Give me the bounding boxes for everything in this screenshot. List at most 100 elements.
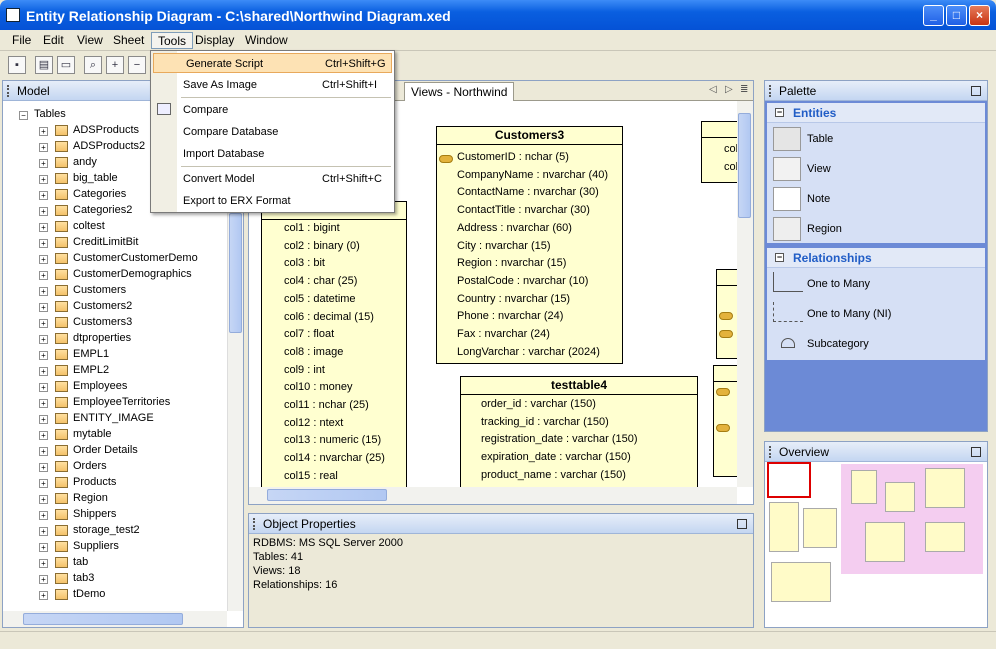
overview-mini-entity bbox=[851, 470, 877, 504]
menu-display[interactable]: Display bbox=[189, 32, 240, 49]
menu-file[interactable]: File bbox=[6, 32, 37, 49]
save-icon[interactable]: ▪ bbox=[8, 56, 26, 74]
expand-icon[interactable]: + bbox=[39, 239, 48, 248]
expand-icon[interactable]: + bbox=[39, 559, 48, 568]
menu-item-import-database[interactable]: Import Database bbox=[151, 144, 394, 164]
restore-icon[interactable] bbox=[971, 86, 981, 96]
close-button[interactable]: × bbox=[969, 5, 990, 26]
expand-icon[interactable]: + bbox=[39, 431, 48, 440]
app-icon bbox=[6, 8, 20, 22]
zoom-out-icon[interactable]: − bbox=[128, 56, 146, 74]
expand-icon[interactable]: + bbox=[39, 319, 48, 328]
expand-icon[interactable]: + bbox=[39, 527, 48, 536]
expand-icon[interactable]: + bbox=[39, 383, 48, 392]
menu-view[interactable]: View bbox=[71, 32, 109, 49]
restore-icon[interactable] bbox=[737, 519, 747, 529]
expand-icon[interactable]: + bbox=[39, 255, 48, 264]
subcategory-icon bbox=[781, 338, 795, 348]
print-icon[interactable]: ▤ bbox=[35, 56, 53, 74]
expand-icon[interactable]: + bbox=[39, 399, 48, 408]
expand-icon[interactable]: + bbox=[39, 303, 48, 312]
expand-icon[interactable]: + bbox=[39, 591, 48, 600]
menu-item-compare[interactable]: Compare bbox=[151, 100, 394, 120]
collapse-icon[interactable]: − bbox=[775, 108, 784, 117]
relationship-icon bbox=[773, 272, 803, 292]
scroll-thumb[interactable] bbox=[267, 489, 387, 501]
expand-icon[interactable]: + bbox=[39, 495, 48, 504]
entity-right-top[interactable]: col col bbox=[701, 121, 737, 183]
expand-icon[interactable]: + bbox=[39, 143, 48, 152]
entity-right-mid[interactable] bbox=[716, 269, 737, 359]
palette-title: Palette bbox=[779, 84, 817, 98]
menu-item-compare-database[interactable]: Compare Database bbox=[151, 122, 394, 142]
menu-item-generate-script[interactable]: Generate Script Ctrl+Shift+G bbox=[153, 53, 392, 73]
expand-icon[interactable]: + bbox=[39, 127, 48, 136]
restore-icon[interactable] bbox=[971, 447, 981, 457]
title-bar[interactable]: Entity Relationship Diagram - C:\shared\… bbox=[0, 0, 996, 30]
menu-window[interactable]: Window bbox=[239, 32, 294, 49]
diagram-vertical-scrollbar[interactable] bbox=[737, 101, 753, 487]
menu-item-convert-model[interactable]: Convert Model Ctrl+Shift+C bbox=[151, 169, 394, 189]
menu-item-export-erx[interactable]: Export to ERX Format bbox=[151, 191, 394, 211]
expand-icon[interactable]: + bbox=[39, 223, 48, 232]
region-icon bbox=[773, 217, 801, 241]
expand-icon[interactable]: + bbox=[39, 479, 48, 488]
tab-scroll-right-icon[interactable]: ▷ bbox=[725, 84, 733, 95]
expand-icon[interactable]: + bbox=[39, 447, 48, 456]
expand-icon[interactable]: + bbox=[39, 575, 48, 584]
maximize-button[interactable]: □ bbox=[946, 5, 967, 26]
group-header-entities[interactable]: − Entities bbox=[767, 103, 985, 123]
overview-viewport[interactable] bbox=[767, 462, 811, 498]
tab-views-northwind[interactable]: Views - Northwind bbox=[404, 82, 515, 101]
expand-icon[interactable]: + bbox=[39, 367, 48, 376]
group-header-relationships[interactable]: − Relationships bbox=[767, 248, 985, 268]
prop-relationships: Relationships: 16 bbox=[253, 579, 338, 591]
properties-text: RDBMS: MS SQL Server 2000 Tables: 41 Vie… bbox=[253, 536, 403, 592]
overview-mini-entity bbox=[769, 502, 799, 552]
tree-item-label: big_table bbox=[73, 172, 118, 184]
expand-icon[interactable]: + bbox=[39, 351, 48, 360]
expand-icon[interactable]: + bbox=[39, 335, 48, 344]
menu-tools[interactable]: Tools bbox=[151, 32, 194, 49]
tab-list-icon[interactable]: ≣ bbox=[740, 84, 748, 95]
entity-customers3[interactable]: Customers3 CustomerID : nchar (5) Company… bbox=[436, 126, 623, 364]
diagram-horizontal-scrollbar[interactable] bbox=[249, 487, 737, 504]
zoom-icon[interactable]: ⌕ bbox=[84, 56, 102, 74]
entity-right-bottom[interactable] bbox=[713, 365, 737, 477]
tree-item-label: dtproperties bbox=[73, 332, 132, 344]
entity-testtable4[interactable]: testtable4 order_id : varchar (150) track… bbox=[460, 376, 698, 487]
menu-item-save-as-image[interactable]: Save As Image Ctrl+Shift+I bbox=[151, 75, 394, 95]
overview-mini-entity bbox=[803, 508, 837, 548]
expand-icon[interactable]: + bbox=[39, 159, 48, 168]
table-icon bbox=[55, 397, 68, 408]
expand-icon[interactable]: + bbox=[39, 511, 48, 520]
collapse-icon[interactable]: − bbox=[775, 253, 784, 262]
expand-icon[interactable]: + bbox=[39, 415, 48, 424]
table-icon bbox=[55, 381, 68, 392]
scroll-thumb[interactable] bbox=[23, 613, 183, 625]
scroll-thumb[interactable] bbox=[229, 213, 242, 333]
zoom-in-icon[interactable]: + bbox=[106, 56, 124, 74]
expand-icon[interactable]: + bbox=[39, 287, 48, 296]
menu-edit[interactable]: Edit bbox=[37, 32, 70, 49]
key-icon bbox=[719, 330, 733, 338]
print-preview-icon[interactable]: ▭ bbox=[57, 56, 75, 74]
scroll-thumb[interactable] bbox=[738, 113, 751, 218]
tab-scroll-left-icon[interactable]: ◁ bbox=[709, 84, 717, 95]
minimize-button[interactable]: _ bbox=[923, 5, 944, 26]
expand-icon[interactable]: + bbox=[39, 463, 48, 472]
entity-attribute: Country : nvarchar (15) bbox=[457, 292, 571, 305]
expand-icon[interactable]: + bbox=[39, 271, 48, 280]
model-horizontal-scrollbar[interactable] bbox=[3, 611, 227, 627]
table-icon bbox=[55, 189, 68, 200]
menu-sheet[interactable]: Sheet bbox=[107, 32, 150, 49]
entity-col-table[interactable]: col1 : bigint col2 : binary (0) col3 : bit… bbox=[261, 201, 407, 487]
entity-attribute: Address : nvarchar (60) bbox=[457, 221, 572, 234]
key-icon bbox=[716, 388, 730, 396]
expand-icon[interactable]: + bbox=[39, 207, 48, 216]
overview-canvas[interactable] bbox=[765, 462, 987, 627]
expand-icon[interactable]: + bbox=[39, 191, 48, 200]
collapse-icon[interactable]: − bbox=[19, 111, 28, 120]
expand-icon[interactable]: + bbox=[39, 175, 48, 184]
expand-icon[interactable]: + bbox=[39, 543, 48, 552]
